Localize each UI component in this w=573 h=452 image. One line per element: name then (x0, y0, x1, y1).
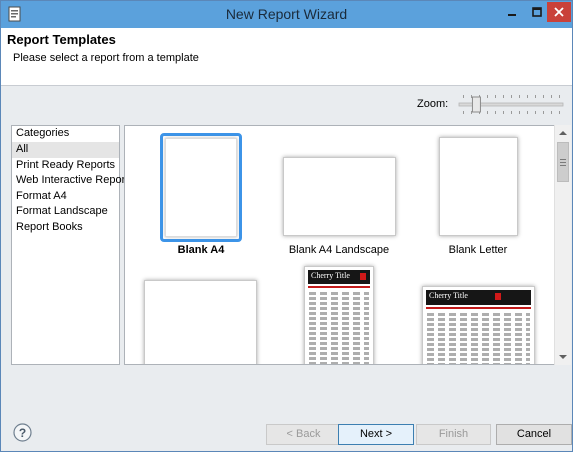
categories-header: Categories (16, 127, 70, 139)
template-preview-title: Cherry Title (311, 271, 350, 280)
template-preview-header: Cherry Title (426, 290, 531, 305)
wizard-header: Report Templates Please select a report … (1, 28, 572, 86)
page-title: Report Templates (7, 32, 116, 47)
template-thumb-cherry-landscape[interactable]: Cherry Title (422, 286, 535, 364)
category-item-all[interactable]: All (12, 142, 119, 158)
category-item-report-books[interactable]: Report Books (12, 220, 119, 236)
templates-scrollbar[interactable] (554, 125, 571, 365)
template-label-blank-letter: Blank Letter (448, 244, 508, 256)
zoom-label: Zoom: (417, 98, 449, 110)
zoom-slider-thumb[interactable] (471, 96, 481, 113)
template-preview-rows (309, 292, 369, 364)
maximize-button[interactable] (524, 2, 549, 22)
template-thumb-blank-a4[interactable] (160, 133, 242, 242)
wizard-window: New Report Wizard Report Templates Pleas… (0, 0, 573, 452)
scroll-up-button[interactable] (555, 125, 571, 141)
template-label-blank-a4: Blank A4 (177, 244, 225, 256)
back-button[interactable]: < Back (266, 424, 341, 445)
templates-panel: Blank A4 Blank A4 Landscape Blank Letter… (124, 125, 571, 365)
categories-panel: Categories All Print Ready Reports Web I… (11, 125, 134, 365)
template-preview-accent-bar (426, 307, 531, 309)
template-preview-rows (427, 313, 530, 364)
chevron-up-icon (559, 131, 567, 135)
cancel-button[interactable]: Cancel (496, 424, 572, 445)
help-icon[interactable]: ? (13, 423, 32, 442)
template-thumb-blank-a4-landscape[interactable] (283, 157, 396, 236)
scrollbar-thumb[interactable] (557, 142, 569, 182)
cherry-logo-icon (360, 273, 366, 280)
template-thumb-blank-letter[interactable] (439, 137, 518, 236)
categories-list: All Print Ready Reports Web Interactive … (12, 142, 134, 236)
category-item-print-ready-reports[interactable]: Print Ready Reports (12, 158, 119, 174)
next-button[interactable]: Next > (338, 424, 414, 445)
template-thumb-blank-row2[interactable] (144, 280, 257, 364)
finish-button[interactable]: Finish (416, 424, 491, 445)
close-button[interactable] (547, 2, 571, 22)
template-preview-header: Cherry Title (308, 270, 370, 284)
zoom-slider[interactable] (453, 91, 565, 117)
template-thumb-cherry-portrait[interactable]: Cherry Title (304, 266, 374, 364)
minimize-button[interactable] (499, 2, 524, 22)
grip-icon (560, 158, 566, 166)
page-description: Please select a report from a template (13, 52, 199, 64)
title-bar[interactable]: New Report Wizard (1, 1, 572, 28)
svg-text:?: ? (19, 426, 26, 440)
cherry-logo-icon (495, 293, 501, 300)
category-item-format-landscape[interactable]: Format Landscape (12, 204, 119, 220)
template-preview (165, 138, 237, 237)
category-item-web-interactive-reports[interactable]: Web Interactive Reports (12, 173, 134, 189)
chevron-down-icon (559, 355, 567, 359)
scroll-down-button[interactable] (555, 349, 571, 365)
template-preview-title: Cherry Title (429, 291, 468, 300)
minimize-icon (507, 14, 516, 16)
template-preview-accent-bar (308, 286, 370, 288)
category-item-format-a4[interactable]: Format A4 (12, 189, 119, 205)
window-title: New Report Wizard (225, 6, 348, 22)
maximize-icon (531, 7, 542, 17)
close-icon (554, 7, 564, 17)
template-label-blank-a4-landscape: Blank A4 Landscape (288, 244, 390, 256)
